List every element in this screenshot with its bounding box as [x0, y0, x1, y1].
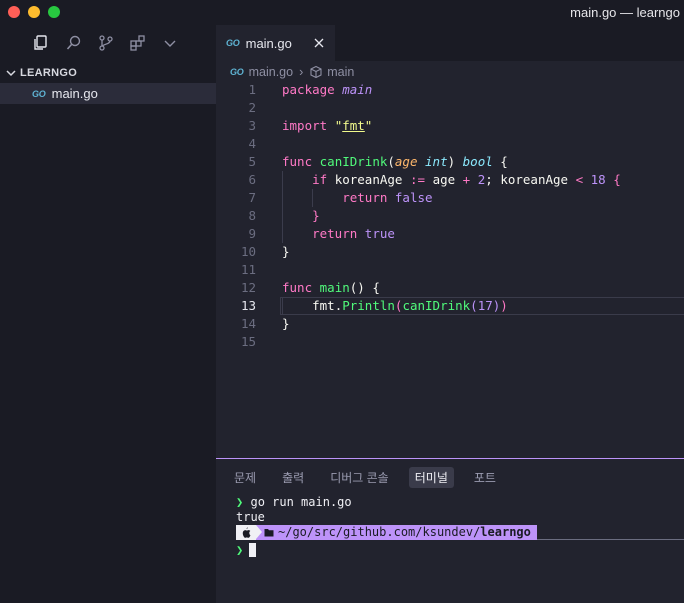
cwd-dir: learngo	[480, 525, 531, 539]
extensions-icon[interactable]	[128, 33, 148, 53]
close-window-button[interactable]	[8, 6, 20, 18]
terminal-output-line: true	[236, 510, 352, 525]
code-line: 11	[240, 262, 256, 277]
prompt-arrow: ❯	[236, 495, 244, 509]
code-line: 9 return true	[248, 225, 395, 243]
go-file-icon: GO	[226, 38, 240, 48]
terminal-cursor	[249, 542, 257, 557]
code-line: 10}	[240, 244, 290, 259]
chevron-right-icon: ›	[299, 65, 304, 79]
code-line: 7 return false	[248, 189, 433, 207]
code-line: 6 if koreanAge := age + 2; koreanAge < 1…	[248, 171, 621, 189]
file-item-main-go[interactable]: GO main.go	[0, 83, 216, 104]
terminal-command-line: ❯ go run main.go	[236, 495, 352, 510]
tab-output[interactable]: 출력	[276, 467, 310, 488]
code-line: 14}	[240, 316, 290, 331]
editor: GO main.go GO main.go › main 1 package ma…	[216, 25, 684, 458]
cwd-prefix: ~/go/src/github.com/ksundev/	[278, 525, 481, 539]
search-icon[interactable]	[64, 33, 84, 53]
activity-bar	[0, 25, 216, 61]
close-icon[interactable]	[311, 35, 327, 51]
tab-label: main.go	[245, 35, 292, 51]
symbol-method-icon	[310, 65, 322, 79]
code-line: 2	[248, 100, 256, 115]
breadcrumb-symbol[interactable]: main	[327, 65, 354, 79]
breadcrumb: GO main.go › main	[216, 61, 684, 83]
breadcrumb-file[interactable]: main.go	[249, 65, 293, 79]
tab-debug-console[interactable]: 디버그 콘솔	[324, 467, 395, 488]
go-file-icon: GO	[32, 88, 46, 99]
terminal-output[interactable]: ❯ go run main.go true	[236, 495, 352, 525]
chevron-down-icon	[6, 70, 16, 77]
bottom-panel: 문제 출력 디버그 콘솔 터미널 포트 ❯ go run main.go tru…	[216, 458, 684, 603]
code-editor[interactable]: 1 package main 2 3 import "fmt" 4 5 func ca…	[216, 81, 684, 351]
terminal-command: go run main.go	[250, 495, 352, 509]
code-line: 3 import "fmt"	[248, 118, 373, 133]
go-file-icon: GO	[230, 67, 244, 77]
tab-main-go[interactable]: GO main.go	[216, 25, 335, 61]
tab-ports[interactable]: 포트	[468, 467, 502, 488]
tab-terminal[interactable]: 터미널	[408, 466, 454, 488]
code-line: 5 func canIDrink(age int) bool {	[248, 154, 508, 169]
code-line: 8 }	[248, 207, 320, 225]
title-bar: main.go — learngo	[0, 0, 684, 25]
prompt-separator	[256, 525, 262, 539]
file-label: main.go	[51, 86, 98, 101]
explorer-sidebar: LEARNGO GO main.go	[0, 61, 216, 603]
zoom-window-button[interactable]	[48, 6, 60, 18]
folder-icon	[264, 529, 274, 537]
terminal-result: true	[236, 510, 265, 524]
folder-learngo[interactable]: LEARNGO	[0, 63, 216, 83]
code-line-current: 13 fmt.Println(canIDrink(17))	[216, 297, 684, 315]
terminal-prompt-bar: ~/go/src/github.com/ksundev/learngo	[236, 525, 684, 540]
source-control-icon[interactable]	[96, 33, 116, 53]
terminal-cwd: ~/go/src/github.com/ksundev/learngo	[256, 525, 537, 540]
code-line: 4	[248, 136, 256, 151]
folder-name: LEARNGO	[20, 67, 78, 79]
editor-tabs: GO main.go	[216, 25, 684, 61]
apple-icon	[236, 525, 256, 540]
tab-problems[interactable]: 문제	[228, 467, 262, 488]
chevron-down-icon[interactable]	[160, 33, 180, 53]
window-title: main.go — learngo	[570, 5, 680, 20]
prompt-arrow: ❯	[236, 542, 244, 557]
terminal-input-line[interactable]: ❯	[236, 542, 257, 557]
code-line: 12 func main() {	[240, 280, 380, 295]
files-icon[interactable]	[31, 33, 51, 53]
code-line: 1 package main	[248, 82, 373, 97]
panel-tabs: 문제 출력 디버그 콘솔 터미널 포트	[228, 466, 516, 488]
minimize-window-button[interactable]	[28, 6, 40, 18]
code-line: 15	[240, 334, 256, 349]
